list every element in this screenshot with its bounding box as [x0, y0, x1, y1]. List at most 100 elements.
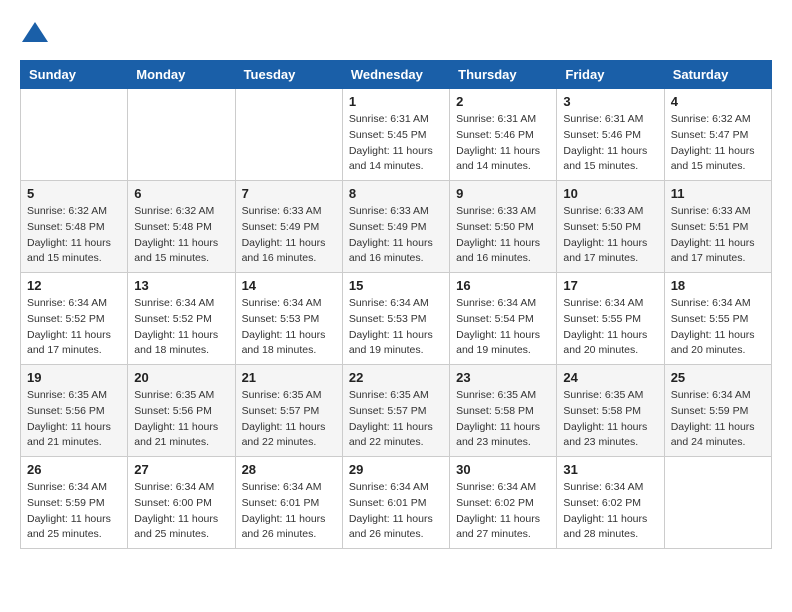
calendar-cell: [235, 89, 342, 181]
day-number: 27: [134, 462, 228, 477]
weekday-header-sunday: Sunday: [21, 61, 128, 89]
day-number: 23: [456, 370, 550, 385]
day-number: 13: [134, 278, 228, 293]
day-info: Sunrise: 6:34 AMSunset: 5:59 PMDaylight:…: [27, 480, 121, 543]
calendar-cell: 29 Sunrise: 6:34 AMSunset: 6:01 PMDayligh…: [342, 457, 449, 549]
logo-icon: [20, 20, 50, 50]
day-info: Sunrise: 6:34 AMSunset: 6:01 PMDaylight:…: [242, 480, 336, 543]
day-info: Sunrise: 6:34 AMSunset: 5:55 PMDaylight:…: [671, 296, 765, 359]
weekday-header-thursday: Thursday: [450, 61, 557, 89]
calendar-week-1: 1 Sunrise: 6:31 AMSunset: 5:45 PMDaylight…: [21, 89, 772, 181]
day-number: 10: [563, 186, 657, 201]
calendar-cell: 12Sunrise: 6:34 AMSunset: 5:52 PMDayligh…: [21, 273, 128, 365]
calendar-cell: 5Sunrise: 6:32 AMSunset: 5:48 PMDaylight…: [21, 181, 128, 273]
calendar-cell: 21 Sunrise: 6:35 AMSunset: 5:57 PMDayligh…: [235, 365, 342, 457]
calendar-cell: 2 Sunrise: 6:31 AMSunset: 5:46 PMDaylight…: [450, 89, 557, 181]
calendar-cell: 24 Sunrise: 6:35 AMSunset: 5:58 PMDayligh…: [557, 365, 664, 457]
logo: [20, 20, 54, 50]
calendar-cell: 14 Sunrise: 6:34 AMSunset: 5:53 PMDayligh…: [235, 273, 342, 365]
calendar-week-5: 26Sunrise: 6:34 AMSunset: 5:59 PMDayligh…: [21, 457, 772, 549]
day-info: Sunrise: 6:34 AMSunset: 5:53 PMDaylight:…: [242, 296, 336, 359]
day-number: 30: [456, 462, 550, 477]
day-info: Sunrise: 6:34 AMSunset: 6:02 PMDaylight:…: [456, 480, 550, 543]
calendar-cell: 13 Sunrise: 6:34 AMSunset: 5:52 PMDayligh…: [128, 273, 235, 365]
day-info: Sunrise: 6:32 AMSunset: 5:48 PMDaylight:…: [134, 204, 228, 267]
calendar-cell: 9 Sunrise: 6:33 AMSunset: 5:50 PMDaylight…: [450, 181, 557, 273]
calendar-cell: 16 Sunrise: 6:34 AMSunset: 5:54 PMDayligh…: [450, 273, 557, 365]
day-info: Sunrise: 6:33 AMSunset: 5:49 PMDaylight:…: [242, 204, 336, 267]
calendar-cell: 15Sunrise: 6:34 AMSunset: 5:53 PMDayligh…: [342, 273, 449, 365]
calendar-cell: 18Sunrise: 6:34 AMSunset: 5:55 PMDayligh…: [664, 273, 771, 365]
calendar-week-3: 12Sunrise: 6:34 AMSunset: 5:52 PMDayligh…: [21, 273, 772, 365]
calendar-cell: [21, 89, 128, 181]
day-info: Sunrise: 6:35 AMSunset: 5:57 PMDaylight:…: [349, 388, 443, 451]
day-info: Sunrise: 6:34 AMSunset: 5:54 PMDaylight:…: [456, 296, 550, 359]
day-info: Sunrise: 6:34 AMSunset: 6:00 PMDaylight:…: [134, 480, 228, 543]
day-info: Sunrise: 6:34 AMSunset: 6:02 PMDaylight:…: [563, 480, 657, 543]
day-number: 14: [242, 278, 336, 293]
day-info: Sunrise: 6:31 AMSunset: 5:46 PMDaylight:…: [456, 112, 550, 175]
day-number: 4: [671, 94, 765, 109]
day-number: 15: [349, 278, 443, 293]
calendar-table: SundayMondayTuesdayWednesdayThursdayFrid…: [20, 60, 772, 549]
calendar-cell: 3 Sunrise: 6:31 AMSunset: 5:46 PMDaylight…: [557, 89, 664, 181]
calendar-cell: 8Sunrise: 6:33 AMSunset: 5:49 PMDaylight…: [342, 181, 449, 273]
day-number: 2: [456, 94, 550, 109]
day-info: Sunrise: 6:32 AMSunset: 5:47 PMDaylight:…: [671, 112, 765, 175]
day-info: Sunrise: 6:34 AMSunset: 6:01 PMDaylight:…: [349, 480, 443, 543]
calendar-cell: 28Sunrise: 6:34 AMSunset: 6:01 PMDayligh…: [235, 457, 342, 549]
calendar-cell: [664, 457, 771, 549]
day-info: Sunrise: 6:35 AMSunset: 5:58 PMDaylight:…: [563, 388, 657, 451]
weekday-header-friday: Friday: [557, 61, 664, 89]
day-number: 24: [563, 370, 657, 385]
calendar-cell: 11 Sunrise: 6:33 AMSunset: 5:51 PMDayligh…: [664, 181, 771, 273]
calendar-cell: 26Sunrise: 6:34 AMSunset: 5:59 PMDayligh…: [21, 457, 128, 549]
calendar-cell: 17 Sunrise: 6:34 AMSunset: 5:55 PMDayligh…: [557, 273, 664, 365]
day-number: 7: [242, 186, 336, 201]
day-number: 1: [349, 94, 443, 109]
weekday-header-row: SundayMondayTuesdayWednesdayThursdayFrid…: [21, 61, 772, 89]
weekday-header-wednesday: Wednesday: [342, 61, 449, 89]
day-info: Sunrise: 6:34 AMSunset: 5:59 PMDaylight:…: [671, 388, 765, 451]
calendar-cell: 22 Sunrise: 6:35 AMSunset: 5:57 PMDayligh…: [342, 365, 449, 457]
calendar-cell: 27 Sunrise: 6:34 AMSunset: 6:00 PMDayligh…: [128, 457, 235, 549]
calendar-cell: 30 Sunrise: 6:34 AMSunset: 6:02 PMDayligh…: [450, 457, 557, 549]
day-number: 22: [349, 370, 443, 385]
day-number: 17: [563, 278, 657, 293]
day-number: 20: [134, 370, 228, 385]
day-number: 8: [349, 186, 443, 201]
calendar-cell: 31Sunrise: 6:34 AMSunset: 6:02 PMDayligh…: [557, 457, 664, 549]
day-info: Sunrise: 6:34 AMSunset: 5:55 PMDaylight:…: [563, 296, 657, 359]
day-number: 19: [27, 370, 121, 385]
day-info: Sunrise: 6:35 AMSunset: 5:56 PMDaylight:…: [27, 388, 121, 451]
day-info: Sunrise: 6:31 AMSunset: 5:45 PMDaylight:…: [349, 112, 443, 175]
day-number: 25: [671, 370, 765, 385]
day-number: 29: [349, 462, 443, 477]
calendar-cell: 6 Sunrise: 6:32 AMSunset: 5:48 PMDaylight…: [128, 181, 235, 273]
day-number: 9: [456, 186, 550, 201]
calendar-cell: 4 Sunrise: 6:32 AMSunset: 5:47 PMDaylight…: [664, 89, 771, 181]
calendar-cell: 20 Sunrise: 6:35 AMSunset: 5:56 PMDayligh…: [128, 365, 235, 457]
day-info: Sunrise: 6:33 AMSunset: 5:50 PMDaylight:…: [456, 204, 550, 267]
day-number: 16: [456, 278, 550, 293]
day-info: Sunrise: 6:31 AMSunset: 5:46 PMDaylight:…: [563, 112, 657, 175]
day-number: 21: [242, 370, 336, 385]
weekday-header-monday: Monday: [128, 61, 235, 89]
calendar-cell: 10 Sunrise: 6:33 AMSunset: 5:50 PMDayligh…: [557, 181, 664, 273]
day-number: 6: [134, 186, 228, 201]
day-info: Sunrise: 6:34 AMSunset: 5:52 PMDaylight:…: [134, 296, 228, 359]
weekday-header-saturday: Saturday: [664, 61, 771, 89]
calendar-cell: 23 Sunrise: 6:35 AMSunset: 5:58 PMDayligh…: [450, 365, 557, 457]
calendar-cell: 7 Sunrise: 6:33 AMSunset: 5:49 PMDaylight…: [235, 181, 342, 273]
weekday-header-tuesday: Tuesday: [235, 61, 342, 89]
day-info: Sunrise: 6:33 AMSunset: 5:50 PMDaylight:…: [563, 204, 657, 267]
page-header: [20, 20, 772, 50]
day-info: Sunrise: 6:35 AMSunset: 5:58 PMDaylight:…: [456, 388, 550, 451]
day-number: 3: [563, 94, 657, 109]
day-info: Sunrise: 6:35 AMSunset: 5:56 PMDaylight:…: [134, 388, 228, 451]
day-number: 11: [671, 186, 765, 201]
calendar-cell: [128, 89, 235, 181]
day-info: Sunrise: 6:35 AMSunset: 5:57 PMDaylight:…: [242, 388, 336, 451]
calendar-week-2: 5Sunrise: 6:32 AMSunset: 5:48 PMDaylight…: [21, 181, 772, 273]
day-info: Sunrise: 6:33 AMSunset: 5:51 PMDaylight:…: [671, 204, 765, 267]
